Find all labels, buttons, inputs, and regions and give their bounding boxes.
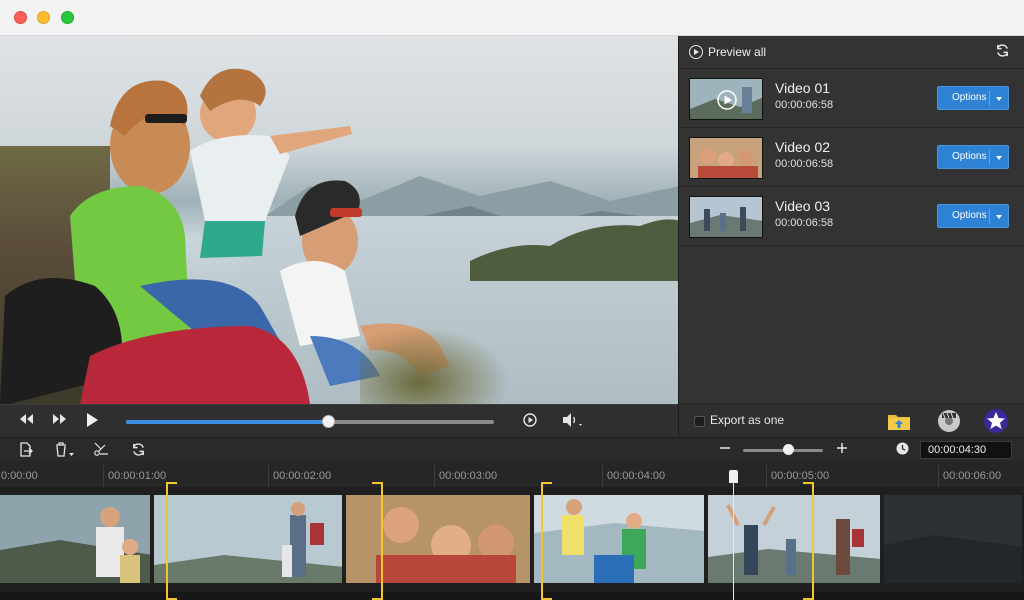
dvd-movie-icon[interactable] — [936, 408, 962, 434]
trim-icon[interactable] — [92, 442, 110, 458]
video-item[interactable]: Video 03 00:00:06:58 Options — [679, 187, 1024, 246]
video-thumbnail[interactable] — [689, 196, 763, 238]
current-time-field[interactable]: 00:00:04:30 — [920, 441, 1012, 459]
trim-end-handle[interactable] — [803, 482, 814, 600]
video-title: Video 03 — [775, 198, 831, 214]
preview-all-label[interactable]: Preview all — [708, 45, 766, 59]
ruler-label: 00:00:04:00 — [607, 470, 666, 482]
ruler-tick — [434, 465, 435, 487]
video-list-panel: Preview all Video 01 00:00:06:58 Options… — [678, 36, 1024, 437]
timeline-toolbar: 00:00:04:30 — [0, 437, 1024, 461]
rewind-icon[interactable] — [16, 412, 36, 430]
timeline-clip[interactable] — [708, 495, 882, 583]
export-bar: Export as one — [679, 403, 1024, 437]
timeline-clip[interactable] — [0, 495, 152, 583]
ruler-label: 00:00:01:00 — [108, 470, 167, 482]
ruler-label: 00:00:02:00 — [273, 470, 332, 482]
options-button[interactable]: Options — [937, 204, 1009, 228]
zoom-slider-knob[interactable] — [782, 444, 794, 455]
close-window-button[interactable] — [14, 11, 27, 24]
video-thumbnail[interactable] — [689, 137, 763, 179]
upload-folder-icon[interactable] — [886, 408, 912, 434]
track-footer — [0, 592, 1024, 600]
options-button[interactable]: Options — [937, 86, 1009, 110]
panel-header: Preview all — [679, 36, 1024, 69]
zoom-out-icon[interactable] — [716, 442, 734, 458]
minimize-window-button[interactable] — [37, 11, 50, 24]
trim-end-handle[interactable] — [372, 482, 383, 600]
playback-progress-slider[interactable] — [126, 415, 494, 428]
window-titlebar — [0, 0, 1024, 36]
zoom-in-icon[interactable] — [833, 442, 851, 458]
ruler-tick — [103, 465, 104, 487]
video-thumbnail[interactable] — [689, 78, 763, 120]
timeline-ruler[interactable]: 0:00:00 00:00:01:00 00:00:02:00 00:00:03… — [0, 461, 1024, 487]
delete-icon[interactable] — [54, 442, 76, 458]
options-button[interactable]: Options — [937, 145, 1009, 169]
options-separator — [989, 91, 990, 106]
timeline-clip[interactable] — [154, 495, 344, 583]
clock-icon — [893, 442, 911, 458]
chevron-down-icon[interactable] — [996, 215, 1002, 219]
options-separator — [989, 150, 990, 165]
options-separator — [989, 209, 990, 224]
play-icon[interactable] — [82, 412, 102, 430]
trim-start-handle[interactable] — [541, 482, 552, 600]
clip-track[interactable] — [0, 487, 1024, 600]
video-item[interactable]: Video 02 00:00:06:58 Options — [679, 128, 1024, 187]
family-photo — [0, 68, 450, 404]
chevron-down-icon[interactable] — [996, 156, 1002, 160]
preview-all-icon[interactable] — [689, 45, 703, 59]
export-as-one-label[interactable]: Export as one — [710, 413, 784, 427]
ruler-label: 00:00:06:00 — [943, 470, 1002, 482]
ruler-tick — [602, 465, 603, 487]
video-title: Video 02 — [775, 139, 831, 155]
export-as-one-checkbox[interactable] — [694, 416, 705, 427]
volume-icon[interactable] — [560, 412, 586, 430]
timeline-clip[interactable] — [884, 495, 1024, 583]
ruler-tick — [766, 465, 767, 487]
chevron-down-icon[interactable] — [996, 97, 1002, 101]
refresh-icon[interactable] — [995, 43, 1010, 62]
fast-forward-icon[interactable] — [50, 412, 70, 430]
progress-knob[interactable] — [322, 415, 336, 428]
imovie-star-icon[interactable] — [983, 408, 1009, 434]
ruler-label: 00:00:05:00 — [771, 470, 830, 482]
timeline-clip[interactable] — [534, 495, 706, 583]
ruler-label: 0:00:00 — [1, 470, 38, 482]
video-duration: 00:00:06:58 — [775, 99, 834, 111]
video-title: Video 01 — [775, 80, 831, 96]
video-duration: 00:00:06:58 — [775, 158, 834, 170]
rotate-icon[interactable] — [129, 442, 147, 458]
options-label: Options — [952, 151, 987, 162]
video-duration: 00:00:06:58 — [775, 217, 834, 229]
grass-scenery — [360, 326, 510, 404]
options-label: Options — [952, 210, 987, 221]
video-preview[interactable] — [0, 36, 678, 404]
video-item[interactable]: Video 01 00:00:06:58 Options — [679, 69, 1024, 128]
ruler-label: 00:00:03:00 — [439, 470, 498, 482]
playhead-line — [733, 474, 734, 600]
export-clip-icon[interactable] — [17, 442, 35, 458]
ruler-tick — [938, 465, 939, 487]
ruler-tick — [268, 465, 269, 487]
player-controls — [0, 404, 678, 437]
zoom-window-button[interactable] — [61, 11, 74, 24]
progress-fill — [126, 420, 329, 424]
options-label: Options — [952, 92, 987, 103]
trim-start-handle[interactable] — [166, 482, 177, 600]
snapshot-icon[interactable] — [520, 412, 540, 430]
playhead-handle[interactable] — [729, 470, 738, 483]
